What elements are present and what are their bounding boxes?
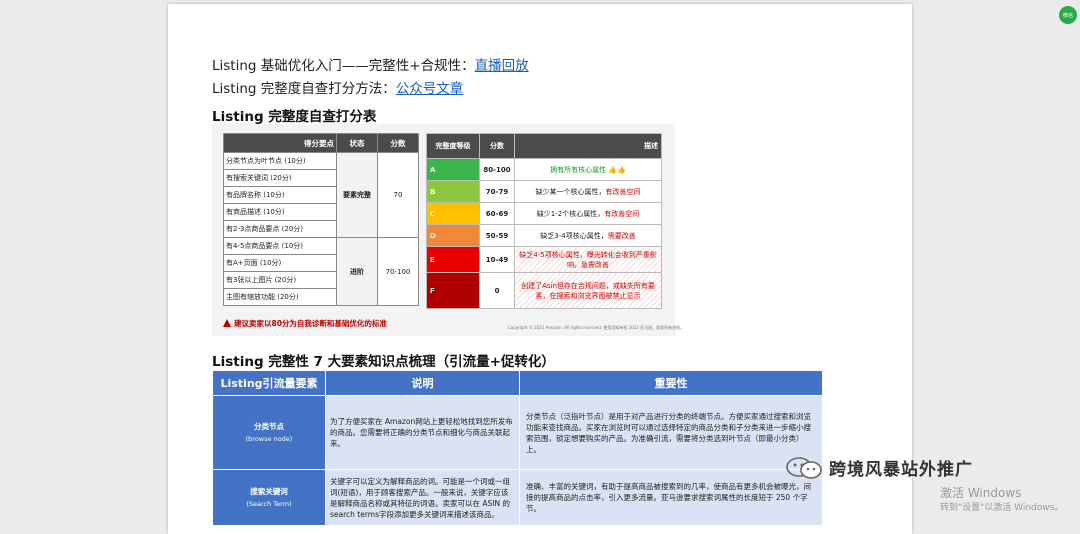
score-item: 有品牌名称 (10分): [223, 186, 337, 204]
level-score: 0: [479, 272, 515, 309]
level-row: A 80-100 拥有所有核心属性 👍👍: [426, 158, 662, 181]
knowledge-header-element: Listing引流量要素: [212, 370, 326, 396]
level-desc-red: 缺乏4-5项核心属性，曝光转化会收到严重影响，急需改善: [519, 250, 657, 269]
score-group-points: 70-100: [377, 237, 419, 306]
level-desc: 缺乏3-4项核心属性，需要改善: [514, 224, 662, 247]
level-row: F 0 创建了Asin但存在合规问题，或缺失所有要素，在搜索和浏览界面被禁止显示: [426, 272, 662, 309]
wechat-icon: [785, 456, 825, 480]
score-warning: 建议卖家以80分为自我诊断和基础优化的标准: [223, 318, 387, 329]
element-importance-cell: 分类节点（泛指叶节点）是用于对产品进行分类的终端节点。方便买家通过搜索和浏览功能…: [519, 395, 823, 470]
replay-link[interactable]: 直播回放: [475, 58, 529, 74]
score-group-state: 进阶: [336, 237, 378, 306]
article-link[interactable]: 公众号文章: [396, 81, 464, 97]
level-letter: E: [426, 246, 480, 273]
knowledge-header-importance: 重要性: [519, 370, 823, 396]
level-desc-red: 有改善空间: [604, 209, 640, 218]
level-score: 60-69: [479, 202, 515, 225]
score-group-state: 要素完整: [336, 152, 378, 238]
table-row: 搜索关键词 (Search Term) 关键字可以定义为解释商品的词。可能是一个词…: [212, 469, 823, 526]
section-title-score: Listing 完整度自查打分表: [212, 109, 377, 125]
level-desc: 缺乏4-5项核心属性，曝光转化会收到严重影响，急需改善: [514, 246, 662, 273]
level-desc: 缺少某一个核心属性，有改善空间: [514, 180, 662, 203]
level-table: 完整度等级 分数 描述 A 80-100 拥有所有核心属性 👍👍 B 70-79 缺少某一…: [426, 133, 662, 309]
element-importance-cell: 准确、丰富的关键词，有助于提高商品被搜索到的几率，使商品有更多机会被曝光，间接的…: [519, 469, 823, 526]
watermark-text: 跨境风暴站外推广: [829, 460, 973, 480]
score-item: 有A+页面 (10分): [223, 254, 337, 272]
intro-line-2: Listing 完整度自查打分方法：公众号文章: [212, 81, 464, 97]
wechat-badge[interactable]: 微信: [1059, 6, 1077, 24]
level-row: B 70-79 缺少某一个核心属性，有改善空间: [426, 180, 662, 203]
knowledge-table: Listing引流量要素 说明 重要性 分类节点 (browse node) 为了…: [212, 370, 823, 526]
score-item: 主图有缩放功能 (20分): [223, 288, 337, 306]
level-desc-plain: 缺少某一个核心属性，: [535, 187, 606, 196]
score-item: 有搜索关键词 (20分): [223, 169, 337, 187]
level-desc-plain: 缺乏3-4项核心属性，: [540, 231, 608, 240]
level-desc: 拥有所有核心属性 👍👍: [514, 158, 662, 181]
activation-subtitle: 转到"设置"以激活 Windows。: [940, 503, 1064, 513]
score-header-points: 得分要点: [223, 133, 337, 153]
level-score: 80-100: [479, 158, 515, 181]
element-name-cell: 分类节点 (browse node): [212, 395, 326, 470]
level-letter: A: [426, 158, 480, 181]
intro-line-1: Listing 基础优化入门——完整性+合规性：直播回放: [212, 58, 529, 74]
score-header-score: 分数: [377, 133, 419, 153]
level-desc: 缺少1-2个核心属性，有改善空间: [514, 202, 662, 225]
level-desc-red: 创建了Asin但存在合规问题，或缺失所有要素，在搜索和浏览界面被禁止显示: [521, 281, 655, 300]
knowledge-header-desc: 说明: [325, 370, 520, 396]
warning-icon: [223, 319, 231, 327]
level-header-desc: 描述: [514, 133, 662, 159]
copyright-note: Copyright © 2022 Amazon. All rights rese…: [508, 325, 685, 330]
section-title-knowledge: Listing 完整性 7 大要素知识点梳理（引流量+促转化）: [212, 354, 555, 370]
score-table: 得分要点 状态 分数 分类节点为叶节点 (10分) 要素完整 70 有搜索关键词…: [223, 133, 419, 306]
score-image: 得分要点 状态 分数 分类节点为叶节点 (10分) 要素完整 70 有搜索关键词…: [212, 124, 684, 336]
level-desc: 创建了Asin但存在合规问题，或缺失所有要素，在搜索和浏览界面被禁止显示: [514, 272, 662, 309]
table-row: 分类节点 (browse node) 为了方便买家在 Amazon网站上更轻松地找…: [212, 395, 823, 470]
score-header-state: 状态: [336, 133, 378, 153]
level-row: C 60-69 缺少1-2个核心属性，有改善空间: [426, 202, 662, 225]
level-letter: D: [426, 224, 480, 247]
score-item: 有3张以上图片 (20分): [223, 271, 337, 289]
level-score: 10-49: [479, 246, 515, 273]
score-item: 有4-5点商品要点 (10分): [223, 237, 337, 255]
level-desc-red: 有改善空间: [605, 187, 641, 196]
level-score: 70-79: [479, 180, 515, 203]
level-score: 50-59: [479, 224, 515, 247]
score-item: 有商品描述 (10分): [223, 203, 337, 221]
score-item: 分类节点为叶节点 (10分): [223, 152, 337, 170]
element-desc-cell: 为了方便买家在 Amazon网站上更轻松地找到您所发布的商品。您需要将正确的分类…: [325, 395, 520, 470]
level-header-score: 分数: [479, 133, 515, 159]
level-header-level: 完整度等级: [426, 133, 480, 159]
level-row: D 50-59 缺乏3-4项核心属性，需要改善: [426, 224, 662, 247]
level-desc-plain: 缺少1-2个核心属性，: [536, 209, 605, 218]
wechat-watermark: 跨境风暴站外推广: [785, 455, 973, 480]
element-desc-cell: 关键字可以定义为解释商品的词。可能是一个词或一组词(短语)，用于顾客搜索产品。一…: [325, 469, 520, 526]
level-row: E 10-49 缺乏4-5项核心属性，曝光转化会收到严重影响，急需改善: [426, 246, 662, 273]
score-item: 有2-3点商品要点 (20分): [223, 220, 337, 238]
activation-title: 激活 Windows: [940, 486, 1022, 500]
score-group-points: 70: [377, 152, 419, 238]
level-letter: F: [426, 272, 480, 309]
level-letter: B: [426, 180, 480, 203]
level-desc-green: 拥有所有核心属性 👍👍: [550, 165, 626, 174]
level-letter: C: [426, 202, 480, 225]
element-name-cell: 搜索关键词 (Search Term): [212, 469, 326, 526]
level-desc-red: 需要改善: [607, 231, 636, 240]
